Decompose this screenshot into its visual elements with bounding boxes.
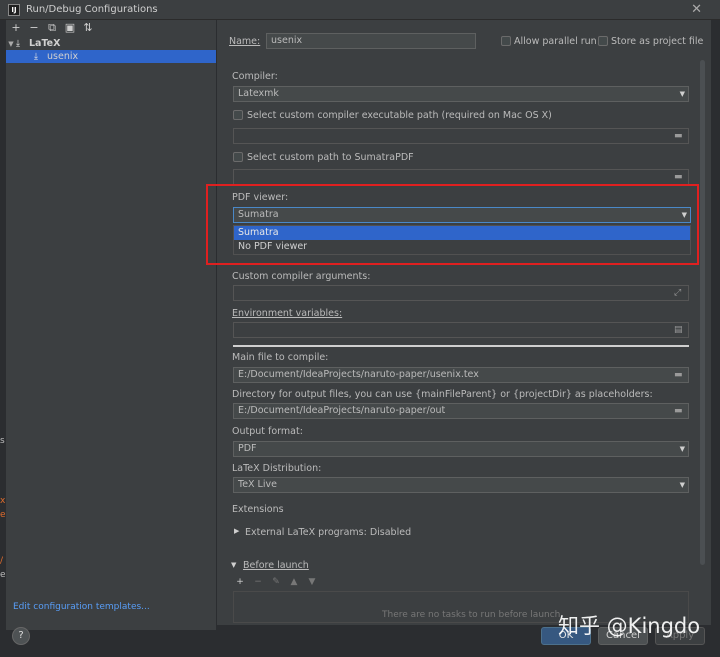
remove-icon[interactable]: − [253,577,263,591]
compiler-label: Compiler: [232,71,278,82]
vertical-scrollbar[interactable] [700,60,705,565]
folder-icon[interactable]: ▬ [674,170,685,184]
before-launch-toolbar: + − ✎ ▲ ▼ [233,577,689,591]
distribution-select[interactable]: TeX Live ▼ [233,477,689,493]
help-button[interactable]: ? [12,627,30,645]
output-format-label: Output format: [232,426,303,437]
distribution-label: LaTeX Distribution: [232,463,322,474]
chevron-down-icon[interactable]: ▼ [6,40,16,48]
move-up-icon[interactable]: ▲ [289,577,299,591]
latex-run-icon: ⤓ [16,38,20,49]
remove-icon[interactable]: − [28,21,40,34]
add-icon[interactable]: + [235,577,245,591]
tree-toolbar: + − ⧉ ▣ ⇅ [6,20,216,35]
compiler-select[interactable]: Latexmk ▼ [233,86,689,102]
name-label: Name: [229,36,261,47]
before-launch-empty-text: There are no tasks to run before launch [382,610,561,620]
window-title: Run/Debug Configurations [26,4,158,15]
document-icon[interactable]: ▤ [674,323,685,337]
sort-icon[interactable]: ⇅ [82,21,94,34]
add-icon[interactable]: + [10,21,22,34]
tree-item-label: usenix [47,51,79,62]
before-launch-label: Before launch [243,560,309,571]
expand-icon[interactable]: ⤢ [674,286,685,300]
env-vars-label: Environment variables: [232,308,343,319]
output-format-select[interactable]: PDF ▼ [233,441,689,457]
background-text-fragment: / [0,556,4,566]
edit-icon[interactable]: ✎ [271,577,281,591]
move-down-icon[interactable]: ▼ [307,577,317,591]
chevron-down-icon[interactable]: ▼ [231,561,236,569]
background-text-fragment: e [0,510,6,520]
custom-args-input[interactable]: ⤢ [233,285,689,301]
compiler-value: Latexmk [238,88,279,99]
chevron-down-icon: ▼ [679,445,685,453]
background-text-fragment: x [0,496,6,506]
main-file-value: E:/Document/IdeaProjects/naruto-paper/us… [238,369,479,380]
annotation-highlight-box [206,184,699,265]
title-bar: IJ Run/Debug Configurations ✕ [0,0,720,20]
env-vars-input[interactable]: ▤ [233,322,689,338]
tree-item-usenix[interactable]: ⤓ usenix [6,50,216,63]
chevron-down-icon: ▼ [679,90,685,98]
latex-run-icon: ⤓ [34,51,38,62]
output-dir-value: E:/Document/IdeaProjects/naruto-paper/ou… [238,405,446,416]
background-text-fragment: e [0,570,6,580]
allow-parallel-label: Allow parallel run [514,36,597,47]
extensions-label: Extensions [232,504,284,515]
custom-compiler-path-checkbox[interactable] [233,110,243,120]
name-input[interactable]: usenix [266,33,476,49]
custom-sumatra-label: Select custom path to SumatraPDF [247,152,414,163]
main-file-label: Main file to compile: [232,352,329,363]
chevron-down-icon: ▼ [679,481,685,489]
tree-group-latex[interactable]: ▼ ⤓ LaTeX [6,37,216,50]
background-text-fragment: s [0,436,5,446]
folder-icon[interactable]: ▬ [674,368,685,382]
copy-icon[interactable]: ⧉ [46,21,58,35]
folder-icon[interactable]: ▬ [674,129,685,143]
section-divider [233,345,689,347]
chevron-right-icon[interactable]: ▶ [234,527,239,535]
output-dir-input[interactable]: E:/Document/IdeaProjects/naruto-paper/ou… [233,403,689,419]
custom-compiler-path-label: Select custom compiler executable path (… [247,110,552,121]
distribution-value: TeX Live [238,479,277,490]
edit-templates-link[interactable]: Edit configuration templates... [13,602,150,612]
tree-group-label: LaTeX [29,38,61,49]
custom-compiler-path-input[interactable]: ▬ [233,128,689,144]
external-programs-toggle[interactable]: External LaTeX programs: Disabled [245,527,411,538]
store-as-project-label: Store as project file [611,36,704,47]
allow-parallel-checkbox[interactable] [501,36,511,46]
output-format-value: PDF [238,443,257,454]
save-icon[interactable]: ▣ [64,21,76,34]
folder-icon[interactable]: ▬ [674,404,685,418]
custom-sumatra-input[interactable]: ▬ [233,169,689,185]
custom-sumatra-checkbox[interactable] [233,152,243,162]
custom-args-label: Custom compiler arguments: [232,271,371,282]
close-icon[interactable]: ✕ [691,2,702,17]
configuration-tree-pane: + − ⧉ ▣ ⇅ ▼ ⤓ LaTeX ⤓ usenix [6,20,216,630]
main-file-input[interactable]: E:/Document/IdeaProjects/naruto-paper/us… [233,367,689,383]
intellij-app-icon: IJ [8,3,20,16]
zhihu-watermark: 知乎 @Kingdo [558,614,701,638]
output-dir-label: Directory for output files, you can use … [232,389,653,400]
store-as-project-checkbox[interactable] [598,36,608,46]
